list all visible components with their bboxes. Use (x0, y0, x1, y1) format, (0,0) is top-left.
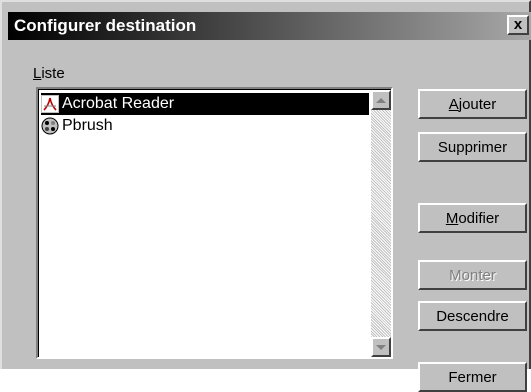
list-label-rest: iste (41, 65, 65, 82)
delete-button[interactable]: Supprimer (418, 132, 527, 162)
dialog-window: Configurer destination x Liste Acrobat R… (0, 0, 531, 392)
list-item-acrobat-reader[interactable]: Acrobat Reader (41, 93, 369, 115)
paintbrush-icon (41, 117, 59, 135)
scroll-up-button[interactable] (371, 90, 391, 110)
scroll-down-button[interactable] (371, 337, 391, 357)
window-title: Configurer destination (14, 16, 197, 35)
close-icon[interactable]: x (507, 15, 529, 35)
add-button-mnemonic: A (448, 95, 459, 113)
list-item-label: Pbrush (62, 117, 113, 134)
add-button-rest: jouter (458, 95, 497, 113)
list-label: Liste (33, 65, 65, 82)
modify-button-rest: odifier (458, 209, 500, 227)
acrobat-icon (41, 95, 59, 113)
modify-button[interactable]: Modifier (418, 203, 527, 233)
close-button[interactable]: Fermer (418, 362, 527, 392)
add-button[interactable]: Ajouter (418, 89, 527, 119)
list-item-pbrush[interactable]: Pbrush (41, 115, 369, 137)
list-scrollbar[interactable] (371, 90, 391, 357)
destination-listbox[interactable]: Acrobat Reader Pbrush (36, 87, 393, 359)
title-bar[interactable]: Configurer destination x (8, 12, 531, 40)
modify-button-mnemonic: M (445, 209, 459, 227)
arrow-up-icon (376, 97, 386, 103)
move-up-button[interactable]: Monter (418, 260, 527, 290)
listbox-inner: Acrobat Reader Pbrush (38, 89, 391, 357)
list-item-label: Acrobat Reader (62, 95, 175, 112)
move-down-button[interactable]: Descendre (418, 301, 527, 331)
arrow-down-icon (376, 344, 386, 350)
